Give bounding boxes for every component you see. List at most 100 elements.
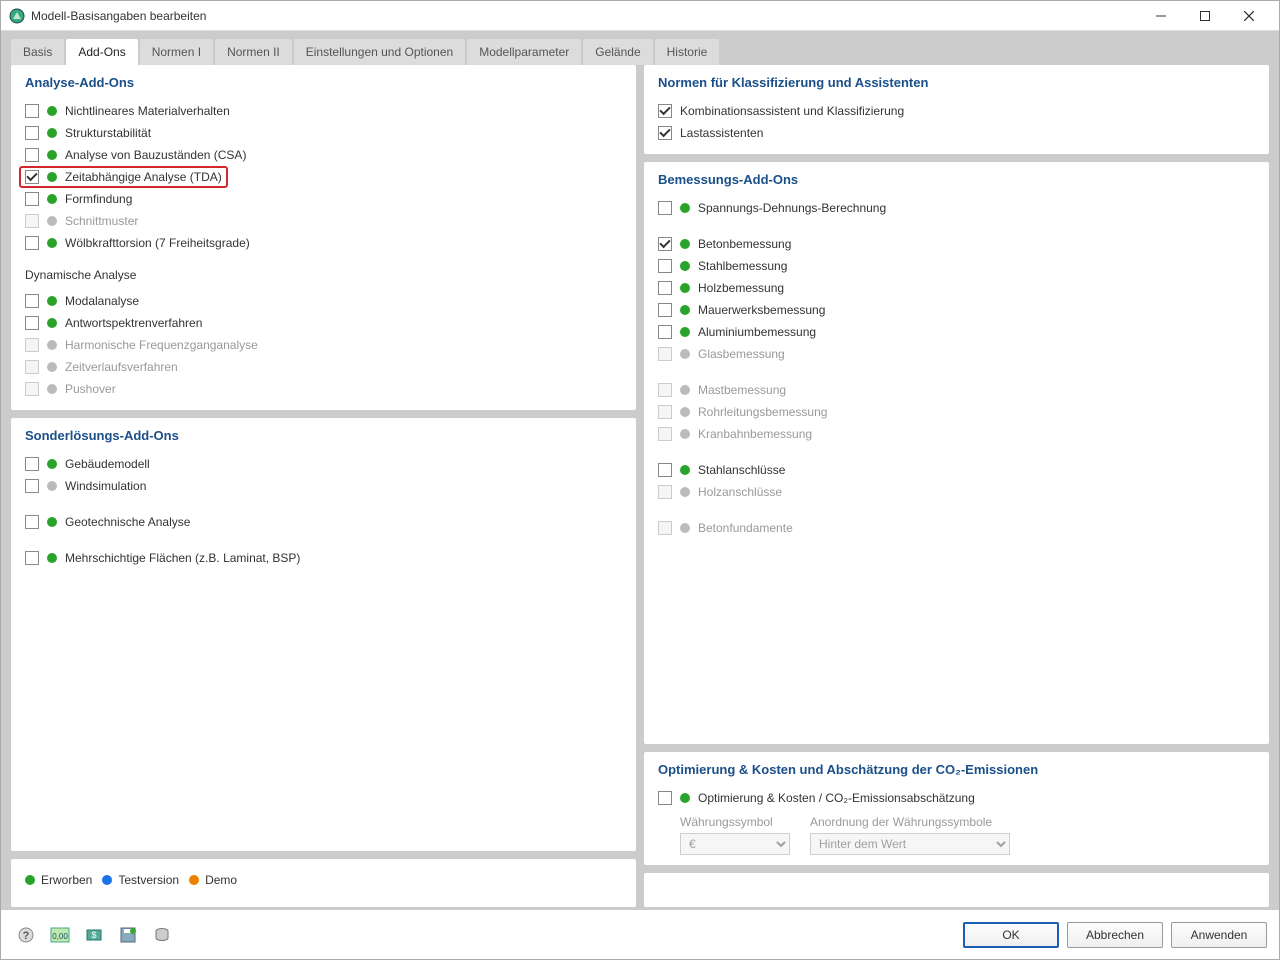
- option-label: Antwortspektrenverfahren: [65, 316, 202, 330]
- checkbox[interactable]: [25, 170, 39, 184]
- checkbox[interactable]: [658, 791, 672, 805]
- minimize-button[interactable]: [1139, 1, 1183, 31]
- checkbox[interactable]: [658, 463, 672, 477]
- content-area: Basis Add-Ons Normen I Normen II Einstel…: [1, 31, 1279, 909]
- heading-sonder: Sonderlösungs-Add-Ons: [25, 428, 622, 443]
- option-row: Betonfundamente: [658, 517, 1255, 539]
- status-dot: [47, 150, 57, 160]
- checkbox[interactable]: [658, 126, 672, 140]
- label-currency: Währungssymbol: [680, 815, 790, 829]
- option-label: Betonfundamente: [698, 521, 793, 535]
- option-row[interactable]: Zeitabhängige Analyse (TDA): [19, 166, 228, 188]
- option-row[interactable]: Gebäudemodell: [25, 453, 622, 475]
- tab-normen-ii[interactable]: Normen II: [215, 39, 292, 65]
- checkbox[interactable]: [658, 303, 672, 317]
- option-row[interactable]: Formfindung: [25, 188, 622, 210]
- status-dot: [680, 283, 690, 293]
- status-dot: [680, 523, 690, 533]
- checkbox[interactable]: [25, 126, 39, 140]
- tab-gelaende[interactable]: Gelände: [583, 39, 652, 65]
- status-dot: [47, 318, 57, 328]
- checkbox[interactable]: [658, 201, 672, 215]
- option-row[interactable]: Antwortspektrenverfahren: [25, 312, 622, 334]
- option-label: Nichtlineares Materialverhalten: [65, 104, 230, 118]
- option-row: Holzanschlüsse: [658, 481, 1255, 503]
- legend-dot-orange: [189, 875, 199, 885]
- select-currency[interactable]: €: [680, 833, 790, 855]
- checkbox[interactable]: [658, 325, 672, 339]
- footer: ? 0,00 $ OK Abbrechen Anwenden: [1, 909, 1279, 959]
- checkbox[interactable]: [25, 457, 39, 471]
- tab-normen-i[interactable]: Normen I: [140, 39, 213, 65]
- checkbox[interactable]: [25, 294, 39, 308]
- checkbox[interactable]: [25, 316, 39, 330]
- option-row[interactable]: Nichtlineares Materialverhalten: [25, 100, 622, 122]
- checkbox[interactable]: [658, 237, 672, 251]
- option-row[interactable]: Windsimulation: [25, 475, 622, 497]
- option-label: Stahlanschlüsse: [698, 463, 785, 477]
- status-dot: [47, 172, 57, 182]
- option-row[interactable]: Geotechnische Analyse: [25, 511, 622, 533]
- subheading-dynamic: Dynamische Analyse: [25, 268, 622, 282]
- option-row[interactable]: Optimierung & Kosten / CO₂-Emissionsabsc…: [658, 787, 1255, 809]
- option-label: Wölbkrafttorsion (7 Freiheitsgrade): [65, 236, 250, 250]
- option-row[interactable]: Analyse von Bauzuständen (CSA): [25, 144, 622, 166]
- option-row[interactable]: Betonbemessung: [658, 233, 1255, 255]
- checkbox[interactable]: [25, 104, 39, 118]
- status-dot: [47, 459, 57, 469]
- apply-button[interactable]: Anwenden: [1171, 922, 1267, 948]
- dialog-window: Modell-Basisangaben bearbeiten Basis Add…: [0, 0, 1280, 960]
- option-row[interactable]: Lastassistenten: [658, 122, 1255, 144]
- checkbox: [25, 214, 39, 228]
- tab-basis[interactable]: Basis: [11, 39, 64, 65]
- option-row[interactable]: Holzbemessung: [658, 277, 1255, 299]
- option-row[interactable]: Stahlanschlüsse: [658, 459, 1255, 481]
- checkbox[interactable]: [658, 281, 672, 295]
- checkbox: [658, 383, 672, 397]
- cancel-button[interactable]: Abbrechen: [1067, 922, 1163, 948]
- option-label: Betonbemessung: [698, 237, 791, 251]
- option-label: Glasbemessung: [698, 347, 785, 361]
- ok-button[interactable]: OK: [963, 922, 1059, 948]
- option-row[interactable]: Stahlbemessung: [658, 255, 1255, 277]
- checkbox[interactable]: [25, 551, 39, 565]
- select-arrange[interactable]: Hinter dem Wert: [810, 833, 1010, 855]
- db-icon[interactable]: [149, 922, 175, 948]
- panel-bemessung: Bemessungs-Add-Ons Spannungs-Dehnungs-Be…: [644, 162, 1269, 744]
- checkbox[interactable]: [25, 515, 39, 529]
- option-row[interactable]: Mauerwerksbemessung: [658, 299, 1255, 321]
- maximize-button[interactable]: [1183, 1, 1227, 31]
- checkbox[interactable]: [25, 192, 39, 206]
- heading-opt: Optimierung & Kosten und Abschätzung der…: [658, 762, 1255, 777]
- status-dot: [680, 487, 690, 497]
- status-dot: [47, 340, 57, 350]
- close-button[interactable]: [1227, 1, 1271, 31]
- tab-einstellungen[interactable]: Einstellungen und Optionen: [294, 39, 465, 65]
- legend-demo: Demo: [205, 873, 237, 887]
- units-icon[interactable]: 0,00: [47, 922, 73, 948]
- tab-historie[interactable]: Historie: [655, 39, 720, 65]
- status-dot: [680, 203, 690, 213]
- status-dot: [680, 239, 690, 249]
- option-row[interactable]: Wölbkrafttorsion (7 Freiheitsgrade): [25, 232, 622, 254]
- save-icon[interactable]: [115, 922, 141, 948]
- legend-dot-green: [25, 875, 35, 885]
- option-row[interactable]: Mehrschichtige Flächen (z.B. Laminat, BS…: [25, 547, 622, 569]
- checkbox[interactable]: [658, 259, 672, 273]
- checkbox[interactable]: [25, 479, 39, 493]
- option-row[interactable]: Spannungs-Dehnungs-Berechnung: [658, 197, 1255, 219]
- checkbox[interactable]: [25, 236, 39, 250]
- option-row[interactable]: Modalanalyse: [25, 290, 622, 312]
- status-dot: [47, 194, 57, 204]
- option-row[interactable]: Kombinationsassistent und Klassifizierun…: [658, 100, 1255, 122]
- cost-icon[interactable]: $: [81, 922, 107, 948]
- checkbox[interactable]: [658, 104, 672, 118]
- help-icon[interactable]: ?: [13, 922, 39, 948]
- checkbox[interactable]: [25, 148, 39, 162]
- option-row[interactable]: Strukturstabilität: [25, 122, 622, 144]
- option-row: Schnittmuster: [25, 210, 622, 232]
- tab-add-ons[interactable]: Add-Ons: [66, 39, 137, 65]
- option-row: Pushover: [25, 378, 622, 400]
- tab-modellparameter[interactable]: Modellparameter: [467, 39, 581, 65]
- option-row[interactable]: Aluminiumbemessung: [658, 321, 1255, 343]
